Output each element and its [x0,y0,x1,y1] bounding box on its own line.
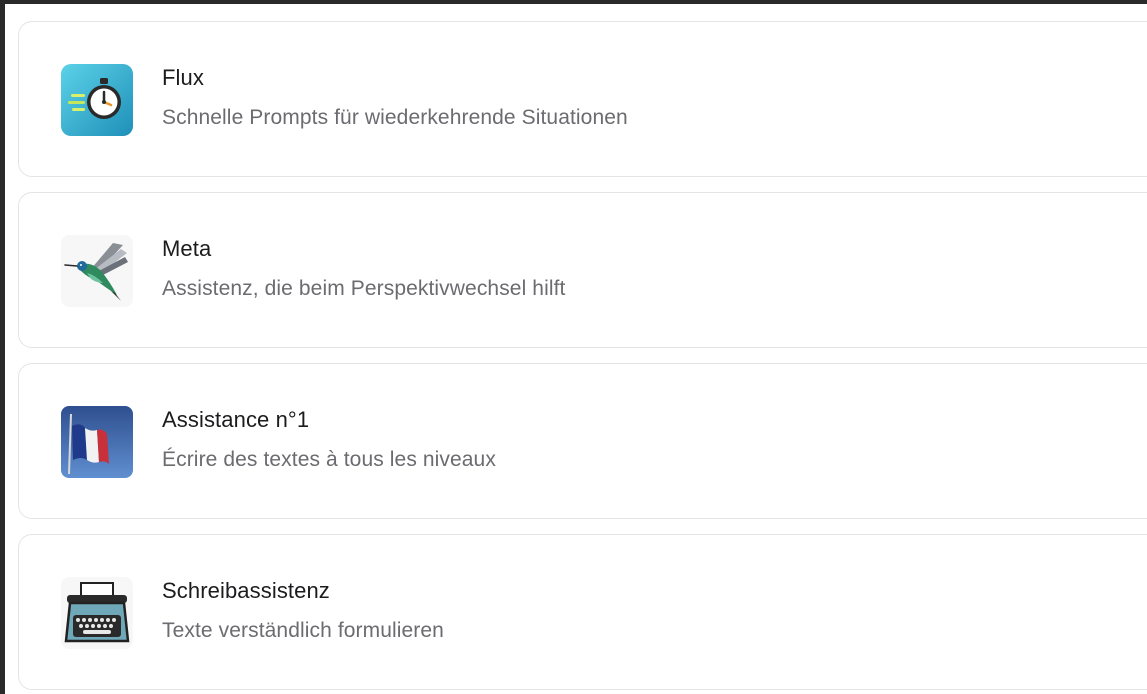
assistant-list: Flux Schnelle Prompts für wiederkehrende… [18,21,1147,694]
assistant-description: Assistenz, die beim Perspektivwechsel hi… [162,277,566,300]
assistant-card-schreibassistenz[interactable]: Schreibassistenz Texte verständlich form… [18,534,1147,690]
assistant-title: Schreibassistenz [162,578,330,603]
assistant-description: Texte verständlich formulieren [162,619,444,642]
stopwatch-icon [61,64,133,136]
typewriter-icon [61,577,133,649]
french-flag-icon [61,406,133,478]
assistant-list-window: Flux Schnelle Prompts für wiederkehrende… [0,0,1147,694]
assistant-card-meta[interactable]: Meta Assistenz, die beim Perspektivwechs… [18,192,1147,348]
assistant-description: Schnelle Prompts für wiederkehrende Situ… [162,106,628,129]
assistant-title: Flux [162,65,204,90]
assistant-card-assistance-n1[interactable]: Assistance n°1 Écrire des textes à tous … [18,363,1147,519]
assistant-title: Assistance n°1 [162,407,310,432]
hummingbird-icon [61,235,133,307]
assistant-card-flux[interactable]: Flux Schnelle Prompts für wiederkehrende… [18,21,1147,177]
assistant-description: Écrire des textes à tous les niveaux [162,448,496,471]
assistant-title: Meta [162,236,212,261]
